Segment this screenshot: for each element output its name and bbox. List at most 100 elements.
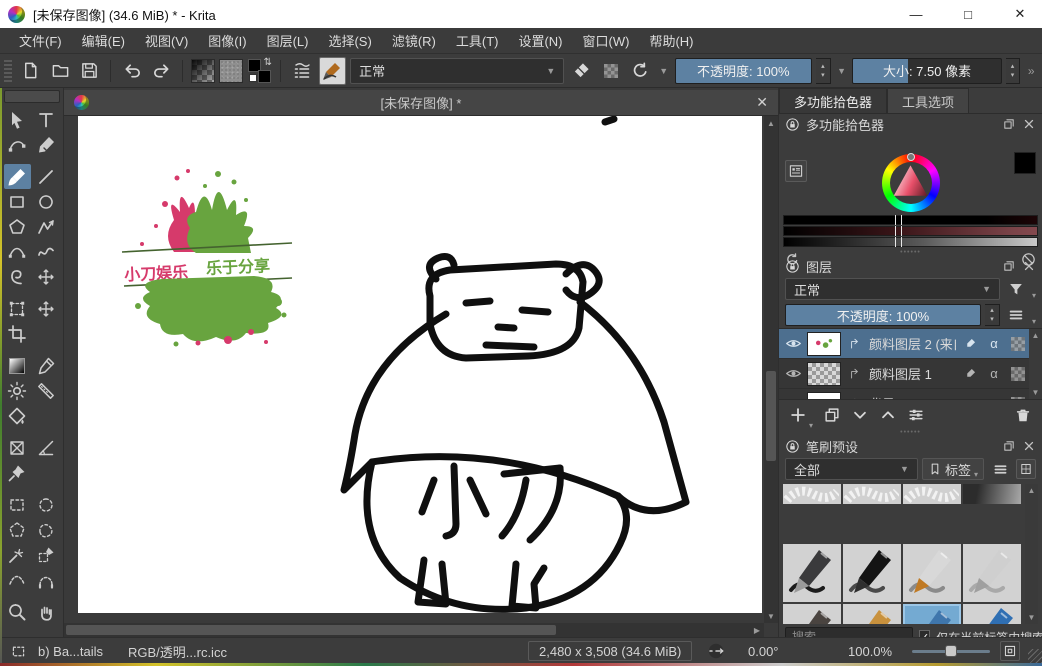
menu-item-5[interactable]: 图层(L) [258,28,318,53]
value-bar[interactable] [783,237,1038,247]
tool-pointer[interactable] [4,107,31,132]
alpha-lock-icon[interactable]: α [984,334,1004,354]
layer-properties-button[interactable] [907,406,925,424]
horizontal-scroll-thumb[interactable] [66,625,556,635]
canvas-angle-button[interactable] [706,638,726,664]
menu-item-9[interactable]: 设置(N) [509,28,571,53]
tool-contiguous-select[interactable] [33,542,60,567]
menu-item-3[interactable]: 视图(V) [136,28,197,53]
hue-handle[interactable] [907,153,915,161]
layers-menu-button[interactable] [1004,304,1028,326]
close-docker-icon[interactable] [1022,117,1036,131]
tool-move[interactable] [33,296,60,321]
scroll-up-icon[interactable]: ▲ [764,116,778,130]
brush-option-list-button[interactable] [289,58,315,84]
tool-polygon[interactable] [4,214,31,239]
menu-item-2[interactable]: 编辑(E) [73,28,134,53]
tool-polyline[interactable] [33,214,60,239]
selection-mode-button[interactable] [10,638,27,664]
brush-preset-marker[interactable] [843,544,901,602]
opacity-dropdown-caret[interactable]: ▼ [835,66,849,76]
resize-grip[interactable] [1028,649,1042,663]
tool-color-picker[interactable] [33,353,60,378]
tool-text[interactable] [33,107,60,132]
add-layer-caret[interactable]: ▾ [809,421,813,430]
inherit-alpha-icon[interactable] [1008,364,1028,384]
tool-freehand-select[interactable] [33,517,60,542]
tool-bezier-select[interactable] [4,567,31,592]
tool-calligraphy[interactable] [33,132,60,157]
tab-tool-options[interactable]: 工具选项 [887,88,969,113]
menu-item-4[interactable]: 图像(I) [199,28,255,53]
layer-lock-icon[interactable] [960,394,980,401]
tool-reference-images[interactable] [4,460,31,485]
tool-smart-patch[interactable] [33,378,60,403]
tool-rectangle[interactable] [4,189,31,214]
redo-button[interactable] [149,58,175,84]
menu-item-6[interactable]: 选择(S) [319,28,380,53]
duplicate-layer-button[interactable] [823,406,841,424]
tool-similar-select[interactable] [4,542,31,567]
fit-page-button[interactable] [1000,641,1020,661]
brush-preset-airbrush[interactable] [963,484,1021,504]
tool-rect-select[interactable] [4,492,31,517]
saturation-bar[interactable] [783,226,1038,236]
brush-preset-watercolor[interactable] [903,604,961,624]
delete-layer-button[interactable] [1014,406,1032,424]
canvas-horizontal-scrollbar[interactable]: ▶ [64,623,764,637]
tool-transform[interactable] [4,296,31,321]
tool-ellipse[interactable] [33,189,60,214]
open-button[interactable] [47,58,73,84]
move-layer-up-button[interactable] [879,406,897,424]
brush-preset-pencil[interactable] [963,604,1021,624]
document-close-icon[interactable]: ✕ [756,94,768,111]
layer-brush-lock-icon[interactable] [960,334,980,354]
scroll-down-icon[interactable]: ▼ [764,609,778,623]
layer-opacity-spinner[interactable]: ▴▾ [985,304,1000,326]
canvas-angle-value[interactable]: 0.00° [748,638,779,664]
brush-grid-scrollbar[interactable]: ▲▼ [1025,484,1038,624]
layer-opacity-slider[interactable]: 不透明度: 100% [785,304,981,326]
layers-menu-caret[interactable]: ▾ [1032,317,1036,326]
tool-pattern-edit[interactable] [4,378,31,403]
float-docker-icon[interactable] [1002,259,1016,273]
gradient-chooser-button[interactable] [191,59,215,83]
layer-list-scrollbar[interactable]: ▲▼ [1029,329,1042,399]
tool-ellipse-select[interactable] [33,492,60,517]
brush-preset-paint-brush[interactable] [783,604,841,624]
menu-item-11[interactable]: 帮助(H) [640,28,702,53]
inherit-alpha-icon[interactable] [1008,394,1028,401]
brush-size-spinner[interactable]: ▴▾ [1006,58,1021,84]
layer-row-3[interactable]: 背景α [779,389,1042,400]
value-bar-handle[interactable] [895,237,902,247]
foreground-background-colors[interactable]: ⇅ [247,58,273,84]
canvas-document[interactable]: 小刀娱乐 乐于分享 [78,116,762,613]
docker-lock-icon[interactable] [785,439,800,454]
toolbox-drag-handle[interactable] [4,90,60,103]
canvas-vertical-scrollbar[interactable]: ▲ ▼ [764,116,778,623]
toolbar-overflow-button[interactable]: » [1024,64,1038,78]
vertical-scroll-thumb[interactable] [766,371,776,461]
zoom-slider[interactable] [912,638,990,664]
layer-brush-lock-icon[interactable] [960,364,980,384]
saturation-bar-handle[interactable] [895,226,902,236]
zoom-slider-thumb[interactable] [945,645,957,657]
maximize-button[interactable]: □ [946,0,990,28]
layer-row-2[interactable]: 颜料图层 1α [779,359,1042,389]
close-docker-icon[interactable] [1022,439,1036,453]
tool-assistants[interactable] [4,435,31,460]
brush-preset-fineliner[interactable] [903,544,961,602]
background-color-swatch[interactable] [258,70,271,83]
tool-fill[interactable] [4,403,31,428]
tool-magnetic-select[interactable] [33,567,60,592]
tab-advanced-color-selector[interactable]: 多功能拾色器 [779,88,887,113]
preserve-alpha-button[interactable] [598,58,624,84]
new-document-button[interactable] [18,58,44,84]
menu-item-1[interactable]: 文件(F) [10,28,71,53]
alpha-lock-icon[interactable]: α [984,364,1004,384]
alpha-lock-icon[interactable]: α [984,394,1004,401]
layer-filter-button[interactable] [1004,278,1028,300]
tool-pan[interactable] [33,599,60,624]
tool-measure[interactable] [33,435,60,460]
undo-button[interactable] [119,58,145,84]
